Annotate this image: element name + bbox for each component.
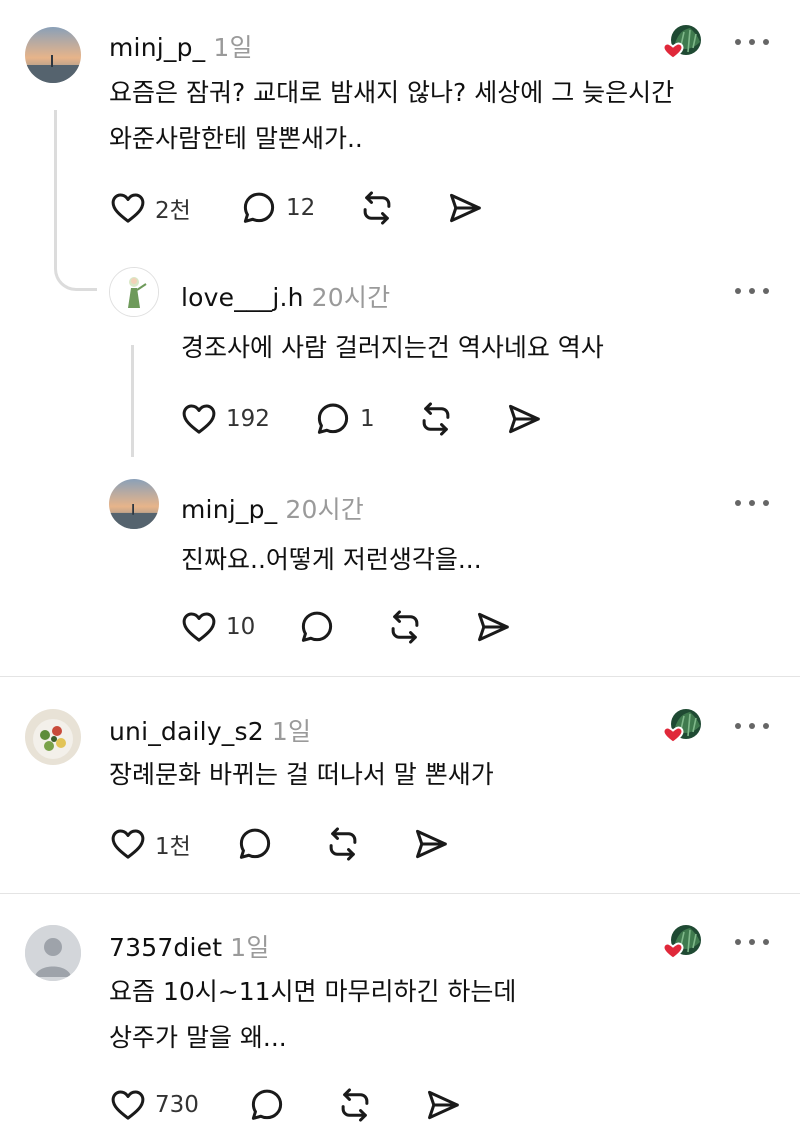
like-count: 730 [155,1092,199,1118]
reply-count: 12 [286,195,316,221]
comment-text-line: 상주가 말을 왜... [109,1023,287,1052]
like-button[interactable]: 192 [180,399,270,439]
timestamp: 1일 [230,933,270,962]
more-options-button[interactable] [735,284,769,298]
share-button[interactable] [412,824,450,864]
send-icon [474,608,512,646]
username-text[interactable]: 7357diet [109,933,222,962]
comment-text-line: 장례문화 바뀌는 걸 떠나서 말 뽄새가 [109,760,494,789]
avatar[interactable] [25,709,81,765]
username[interactable]: minj_p_ 20시간 [181,490,364,526]
comment-text-line: 진짜요..어떻게 저런생각을... [181,545,482,574]
username-text[interactable]: uni_daily_s2 [109,717,264,746]
share-button[interactable] [424,1085,462,1125]
share-button[interactable] [505,399,543,439]
divider [0,676,800,677]
like-button[interactable]: 1천 [109,824,191,864]
username-text[interactable]: minj_p_ [181,495,277,524]
comment-text-line: 와준사람한테 말뽄새가.. [109,124,363,153]
send-icon [505,400,543,438]
author-liked-badge-icon [660,706,704,750]
avatar[interactable] [25,27,81,83]
repost-icon [386,608,424,646]
like-count: 192 [226,406,270,432]
like-count: 10 [226,614,256,640]
divider [0,893,800,894]
repost-button[interactable] [386,607,424,647]
thread-connector-curve [54,262,97,291]
share-button[interactable] [474,607,512,647]
author-liked-badge-icon [660,922,704,966]
send-icon [446,189,484,227]
more-options-button[interactable] [735,719,769,733]
author-liked-badge-icon [660,22,704,66]
timestamp: 20시간 [285,495,364,524]
comment-bubble-icon [298,608,336,646]
avatar[interactable] [109,267,159,317]
reply-button[interactable]: 12 [240,188,315,228]
comment-text-line: 요즘 10시~11시면 마무리하긴 하는데 [109,977,517,1006]
like-count: 1천 [155,834,191,860]
comment-bubble-icon [248,1086,286,1124]
reply-button[interactable]: 1 [314,399,375,439]
like-count: 2천 [155,198,191,224]
heart-outline-icon [180,608,218,646]
repost-icon [336,1086,374,1124]
thread-connector-line [131,345,134,457]
comment-text-line: 요즘은 잠궈? 교대로 밤새지 않나? 세상에 그 늦은시간 [109,78,675,107]
avatar[interactable] [25,925,81,981]
repost-icon [324,825,362,863]
reply-button[interactable] [248,1085,286,1125]
like-button[interactable]: 2천 [109,188,191,228]
send-icon [412,825,450,863]
like-button[interactable]: 10 [180,607,255,647]
comment-bubble-icon [236,825,274,863]
repost-button[interactable] [324,824,362,864]
reply-count: 1 [360,406,375,432]
username[interactable]: 7357diet 1일 [109,928,270,964]
repost-button[interactable] [358,188,396,228]
thread-connector-line [54,110,57,265]
reply-button[interactable] [236,824,274,864]
repost-button[interactable] [336,1085,374,1125]
username-text[interactable]: minj_p_ [109,33,205,62]
heart-outline-icon [109,1086,147,1124]
comment-bubble-icon [240,189,278,227]
heart-outline-icon [180,400,218,438]
comment-text-line: 경조사에 사람 걸러지는건 역사네요 역사 [181,333,604,362]
username-text[interactable]: love___j.h [181,283,304,312]
like-button[interactable]: 730 [109,1085,199,1125]
timestamp: 20시간 [311,283,391,312]
comment-bubble-icon [314,400,352,438]
repost-button[interactable] [417,399,455,439]
reply-button[interactable] [298,607,336,647]
heart-outline-icon [109,825,147,863]
more-options-button[interactable] [735,935,769,949]
username[interactable]: minj_p_ 1일 [109,28,253,64]
repost-icon [417,400,455,438]
avatar[interactable] [109,479,159,529]
heart-outline-icon [109,189,147,227]
timestamp: 1일 [271,717,312,746]
more-options-button[interactable] [735,496,769,510]
timestamp: 1일 [213,33,253,62]
username[interactable]: uni_daily_s2 1일 [109,712,311,748]
username[interactable]: love___j.h 20시간 [181,278,390,314]
send-icon [424,1086,462,1124]
share-button[interactable] [446,188,484,228]
more-options-button[interactable] [735,35,769,49]
repost-icon [358,189,396,227]
